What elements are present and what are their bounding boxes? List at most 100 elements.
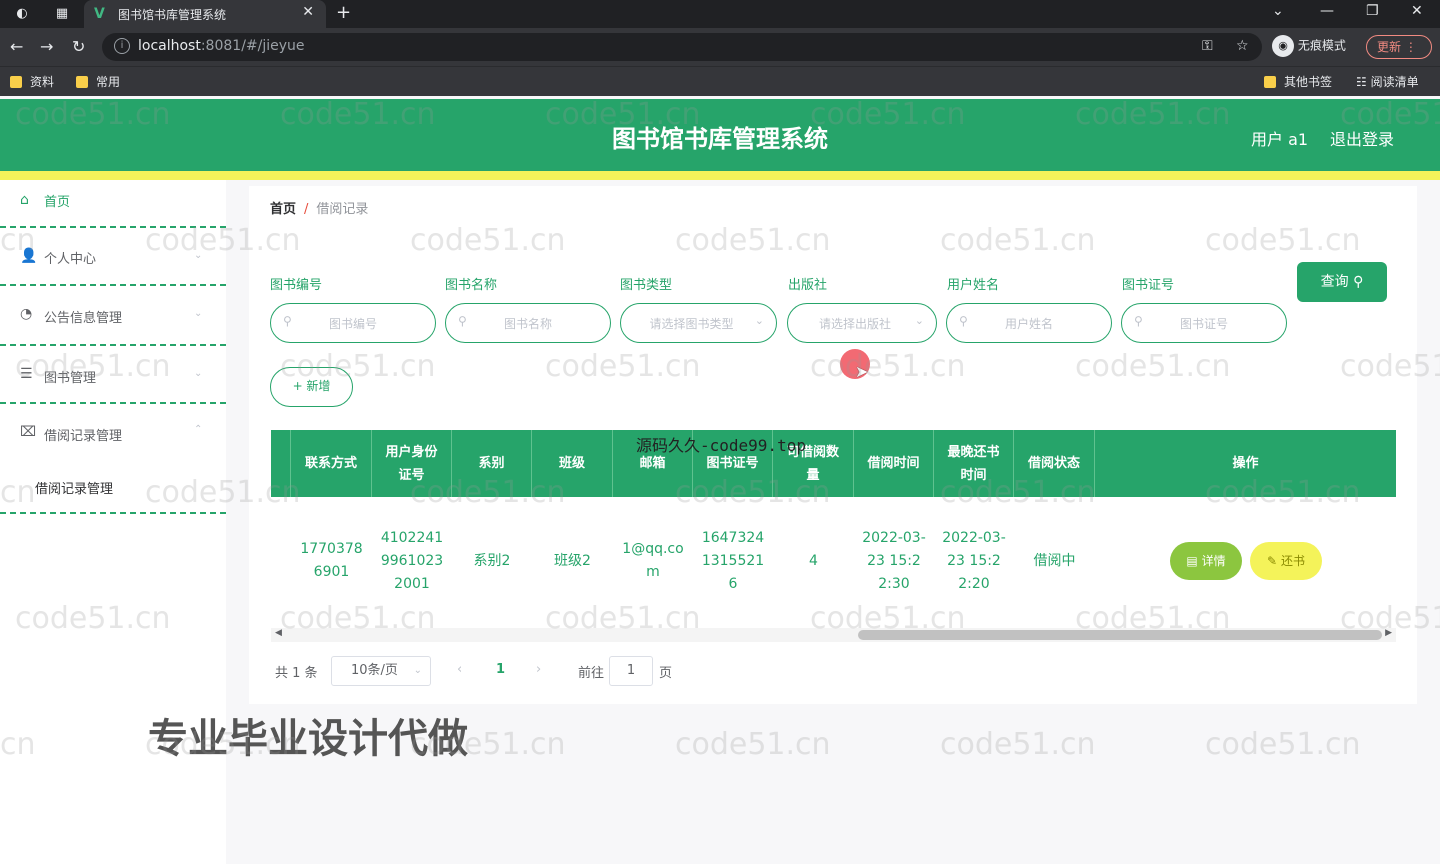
browser-menu-icon[interactable]: ◐ <box>12 4 32 24</box>
add-button[interactable]: + 新增 <box>270 367 353 407</box>
select-placeholder: 请选择图书类型 <box>649 317 734 331</box>
chevron-up-icon: ⌃ <box>194 424 203 435</box>
user-name: 用户 a1 <box>1251 130 1309 149</box>
scroll-right-icon[interactable]: ▶ <box>1385 628 1392 638</box>
browser-tab[interactable]: V 图书馆书库管理系统 ✕ <box>84 0 326 28</box>
detail-label: 详情 <box>1201 554 1226 568</box>
document-icon: ▤ <box>1186 554 1198 568</box>
folder-icon <box>10 76 22 88</box>
logout-link[interactable]: 退出登录 <box>1330 126 1394 150</box>
minimize-icon[interactable]: — <box>1320 3 1334 19</box>
book-id-input[interactable]: ⚲ 图书编号 <box>270 303 436 343</box>
input-placeholder: 图书证号 <box>1179 317 1228 331</box>
bookmark-folder[interactable]: 常用 <box>76 73 120 90</box>
bookmark-folder[interactable]: 资料 <box>10 73 54 90</box>
chevron-down-icon: ⌄ <box>194 308 203 319</box>
th-due-time: 最晚还书时间 <box>934 430 1014 497</box>
overlay-banner: 专业毕业设计代做 <box>148 716 468 762</box>
input-placeholder: 图书编号 <box>328 317 377 331</box>
sidebar-item-borrow-records[interactable]: ⌧ 借阅记录管理 ⌃ <box>0 404 226 462</box>
watermark-text: code51.cn <box>940 727 1096 762</box>
tab-search-icon[interactable]: ⌄ <box>1272 3 1284 19</box>
reload-icon[interactable]: ↻ <box>72 37 85 56</box>
th-id-card: 用户身份证号 <box>372 430 452 497</box>
user-name-input[interactable]: ⚲ 用户姓名 <box>946 303 1112 343</box>
breadcrumb-current: 借阅记录 <box>316 202 369 217</box>
header-accent-strip <box>0 171 1440 180</box>
tab-title: 图书馆书库管理系统 <box>118 8 227 22</box>
forward-icon[interactable]: → <box>40 37 53 56</box>
query-button[interactable]: 查询 ⚲ <box>1297 262 1387 302</box>
th-phone: 联系方式 <box>291 430 372 497</box>
sidebar-subitem-label: 借阅记录管理 <box>35 482 114 497</box>
search-icon: ⚲ <box>1353 274 1364 290</box>
table-header-cell <box>271 430 291 497</box>
page-size-select[interactable]: 10条/页 ⌄ <box>331 656 431 686</box>
trash-icon: ⌧ <box>20 424 37 440</box>
browser-tab-bar: ◐ ▦ V 图书馆书库管理系统 ✕ + ⌄ — ❐ ✕ <box>0 0 1440 28</box>
reading-list[interactable]: ☷ 阅读清单 <box>1356 73 1419 90</box>
list-icon: ☰ <box>20 366 33 382</box>
breadcrumb-home[interactable]: 首页 <box>270 202 296 217</box>
new-tab-icon[interactable]: + <box>336 2 351 23</box>
user-icon: 👤 <box>20 248 38 264</box>
book-type-select[interactable]: 请选择图书类型 ⌄ <box>620 303 777 343</box>
url-text: localhost:8081/#/jieyue <box>138 38 305 54</box>
app-icon[interactable]: ▦ <box>52 4 72 24</box>
sidebar-subitem-borrow-records[interactable]: 借阅记录管理 <box>0 470 226 510</box>
input-placeholder: 图书名称 <box>503 317 552 331</box>
td-email: 1@qq.com <box>622 541 684 580</box>
prev-page-icon[interactable]: ‹ <box>457 662 462 677</box>
scrollbar-thumb[interactable] <box>858 630 1382 640</box>
reading-list-icon: ☷ <box>1356 75 1371 89</box>
breadcrumb-separator: / <box>304 202 309 217</box>
app-title: 图书馆书库管理系统 <box>612 125 828 153</box>
pager-total: 共 1 条 <box>275 666 318 681</box>
site-info-icon[interactable]: i <box>114 38 130 54</box>
update-button[interactable]: 更新 ⋮ <box>1366 35 1432 59</box>
chevron-down-icon: ⌄ <box>914 314 924 327</box>
other-bookmarks[interactable]: 其他书签 <box>1264 73 1332 90</box>
back-icon[interactable]: ← <box>10 37 23 56</box>
sidebar-item-profile[interactable]: 👤 个人中心 ⌄ <box>0 228 226 286</box>
detail-button[interactable]: ▤ 详情 <box>1170 542 1242 580</box>
scroll-left-icon[interactable]: ◀ <box>275 628 282 638</box>
vue-icon: V <box>94 6 105 22</box>
sidebar-item-label: 公告信息管理 <box>44 311 123 326</box>
bookmarks-bar: 资料 常用 其他书签 ☷ 阅读清单 <box>0 66 1440 96</box>
card-no-input[interactable]: ⚲ 图书证号 <box>1121 303 1287 343</box>
incognito-indicator[interactable]: ◉ 无痕模式 <box>1272 35 1346 59</box>
url-input[interactable]: i localhost:8081/#/jieyue ⚿ ☆ <box>102 33 1262 61</box>
page-number-current[interactable]: 1 <box>496 662 505 677</box>
key-icon[interactable]: ⚿ <box>1202 38 1213 54</box>
restore-icon[interactable]: ❐ <box>1366 3 1379 19</box>
td-phone: 17703786901 <box>300 541 363 580</box>
td-due-time: 2022-03-23 15:22:20 <box>942 529 1006 592</box>
watermark-text: code51.cn <box>1205 727 1361 762</box>
table-horizontal-scrollbar[interactable]: ◀ ▶ <box>271 628 1396 642</box>
filter-label-book-id: 图书编号 <box>270 278 323 293</box>
page-size-value: 10条/页 <box>351 663 398 678</box>
goto-label: 前往 <box>578 666 605 681</box>
td-card-no: 16473241315521 6 <box>701 529 765 592</box>
next-page-icon[interactable]: › <box>536 662 541 677</box>
sidebar-item-label: 个人中心 <box>44 252 97 267</box>
mouse-cursor-icon: ➤ <box>855 362 869 381</box>
filter-label-user-name: 用户姓名 <box>947 278 1000 293</box>
sidebar-item-label: 图书管理 <box>44 371 97 386</box>
main-panel: 首页 / 借阅记录 图书编号 图书名称 图书类型 出版社 用户姓名 图书证号 ⚲ 图… <box>249 186 1417 704</box>
close-tab-icon[interactable]: ✕ <box>302 4 314 20</box>
folder-icon <box>76 76 88 88</box>
star-icon[interactable]: ☆ <box>1236 38 1249 54</box>
close-window-icon[interactable]: ✕ <box>1411 3 1423 19</box>
book-name-input[interactable]: ⚲ 图书名称 <box>445 303 611 343</box>
return-book-button[interactable]: ✎ 还书 <box>1250 542 1322 580</box>
publisher-select[interactable]: 请选择出版社 ⌄ <box>787 303 937 343</box>
td-id-card: 410224199610232001 <box>380 529 444 592</box>
goto-page-input[interactable]: 1 <box>609 656 653 686</box>
home-icon: ⌂ <box>20 192 29 208</box>
td-department: 系别2 <box>473 552 511 569</box>
incognito-icon: ◉ <box>1272 35 1294 57</box>
sidebar-item-books[interactable]: ☰ 图书管理 ⌄ <box>0 346 226 404</box>
sidebar-item-notices[interactable]: ◔ 公告信息管理 ⌄ <box>0 286 226 344</box>
